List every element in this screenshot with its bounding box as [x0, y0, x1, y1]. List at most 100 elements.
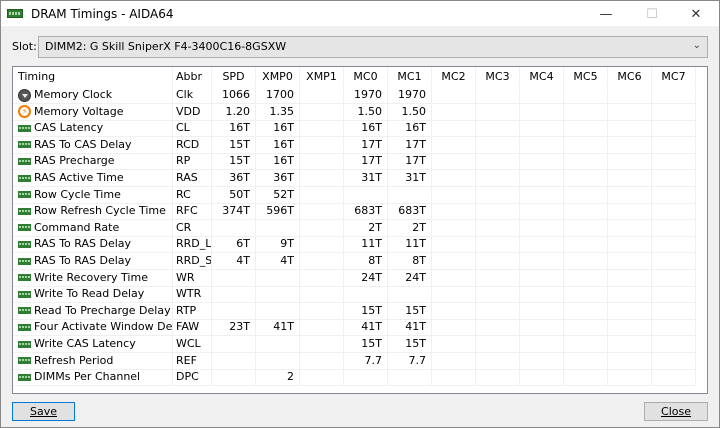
column-header-mc4[interactable]: MC4: [520, 67, 564, 86]
value-cell-mc4: [520, 336, 564, 353]
table-row[interactable]: DIMMs Per Channel DPC 2: [13, 369, 707, 387]
title-bar: DRAM Timings - AIDA64 — ☐ ✕: [0, 0, 720, 26]
abbr-cell: RRD_S: [173, 253, 212, 270]
value-cell-xmp1: [300, 302, 344, 320]
table-row[interactable]: Row Cycle Time RC 50T 52T: [13, 186, 707, 204]
timing-name: Read To Precharge Delay: [34, 303, 171, 317]
column-header-mc1[interactable]: MC1: [388, 67, 432, 86]
save-button[interactable]: Save: [12, 402, 75, 421]
value-cell-mc4: [520, 120, 564, 138]
value-cell-mc1: 24T: [388, 269, 432, 287]
column-header-abbr[interactable]: Abbr: [173, 67, 212, 86]
value-cell-mc4: [520, 103, 564, 121]
close-label: Close: [661, 405, 691, 418]
table-row[interactable]: Read To Precharge Delay RTP 15T 15T: [13, 302, 707, 320]
value-cell-mc3: [476, 136, 520, 154]
value-cell-mc2: [432, 87, 476, 104]
value-cell-mc4: [520, 369, 564, 387]
abbr-cell: CL: [173, 120, 212, 138]
value-cell-xmp1: [300, 103, 344, 121]
value-cell-mc7: [652, 219, 696, 237]
value-cell-mc3: [476, 253, 520, 270]
table-row[interactable]: ⚡ Memory Voltage VDD 1.20 1.35 1.50 1.50: [13, 103, 707, 121]
value-cell-xmp0: 596T: [256, 203, 300, 221]
slot-select[interactable]: DIMM2: G Skill SniperX F4-3400C16-8GSXW …: [38, 36, 708, 58]
value-cell-xmp1: [300, 286, 344, 304]
value-cell-mc6: [608, 153, 652, 171]
timing-name-cell: Write Recovery Time: [13, 269, 173, 287]
value-cell-xmp1: [300, 253, 344, 270]
column-header-xmp0[interactable]: XMP0: [256, 67, 300, 86]
value-cell-mc0: [344, 286, 388, 304]
table-header: Timing Abbr SPD XMP0 XMP1 MC0 MC1 MC2 MC3 MC4 MC5 M…: [13, 67, 707, 86]
value-cell-mc2: [432, 136, 476, 154]
value-cell-mc4: [520, 236, 564, 254]
table-row[interactable]: Memory Clock Clk 1066 1700 1970 1970: [13, 87, 707, 104]
value-cell-mc5: [564, 186, 608, 204]
table-row[interactable]: Row Refresh Cycle Time RFC 374T 596T 683T 683…: [13, 203, 707, 221]
table-row[interactable]: RAS To RAS Delay RRD_L 6T 9T 11T 11T: [13, 236, 707, 254]
column-header-mc0[interactable]: MC0: [344, 67, 388, 86]
table-row[interactable]: Four Activate Window DelayFAW23T41T41T41…: [13, 319, 707, 337]
value-cell-mc7: [652, 103, 696, 121]
slot-value: DIMM2: G Skill SniperX F4-3400C16-8GSXW: [45, 40, 287, 53]
value-cell-xmp0: 36T: [256, 170, 300, 187]
value-cell-mc3: [476, 186, 520, 204]
abbr-cell: RAS: [173, 170, 212, 187]
close-button[interactable]: Close: [644, 402, 708, 421]
minimize-button[interactable]: —: [583, 1, 629, 27]
column-header-mc2[interactable]: MC2: [432, 67, 476, 86]
table-row[interactable]: Refresh Period REF 7.7 7.7: [13, 352, 707, 370]
value-cell-mc7: [652, 336, 696, 353]
table-row[interactable]: RAS Active Time RAS 36T 36T 31T 31T: [13, 170, 707, 187]
value-cell-xmp0: [256, 286, 300, 304]
value-cell-xmp0: [256, 269, 300, 287]
value-cell-mc3: [476, 352, 520, 370]
column-header-mc7[interactable]: MC7: [652, 67, 696, 86]
table-row[interactable]: RAS To CAS Delay RCD 15T 16T 17T 17T: [13, 136, 707, 154]
value-cell-mc4: [520, 186, 564, 204]
table-row[interactable]: Write To Read Delay WTR: [13, 286, 707, 304]
close-window-button[interactable]: ✕: [673, 1, 719, 27]
timing-name: Write CAS Latency: [34, 337, 136, 350]
value-cell-xmp0: 52T: [256, 186, 300, 204]
ram-icon: [18, 307, 31, 315]
table-row[interactable]: CAS Latency CL 16T 16T 16T 16T: [13, 120, 707, 138]
value-cell-mc2: [432, 120, 476, 138]
value-cell-mc0: 2T: [344, 219, 388, 237]
table-row[interactable]: Write CAS Latency WCL 15T 15T: [13, 336, 707, 353]
value-cell-mc6: [608, 302, 652, 320]
timing-name: CAS Latency: [34, 121, 104, 135]
timing-name-cell: Read To Precharge Delay: [13, 302, 173, 320]
column-header-spd[interactable]: SPD: [212, 67, 256, 86]
value-cell-mc1: 8T: [388, 253, 432, 270]
value-cell-spd: 23T: [212, 319, 256, 337]
column-header-timing[interactable]: Timing: [13, 67, 173, 86]
value-cell-mc0: 8T: [344, 253, 388, 270]
table-row[interactable]: RAS Precharge RP 15T 16T 17T 17T: [13, 153, 707, 171]
value-cell-mc5: [564, 286, 608, 304]
value-cell-mc7: [652, 87, 696, 104]
value-cell-mc7: [652, 136, 696, 154]
value-cell-spd: 50T: [212, 186, 256, 204]
timing-name: RAS To RAS Delay: [34, 237, 132, 251]
column-header-mc6[interactable]: MC6: [608, 67, 652, 86]
value-cell-xmp0: [256, 219, 300, 237]
table-row[interactable]: RAS To RAS Delay RRD_S 4T 4T 8T 8T: [13, 253, 707, 270]
table-row[interactable]: Write Recovery Time WR 24T 24T: [13, 269, 707, 287]
value-cell-mc1: [388, 186, 432, 204]
value-cell-xmp0: [256, 302, 300, 320]
abbr-cell: RCD: [173, 136, 212, 154]
value-cell-mc5: [564, 203, 608, 221]
value-cell-spd: 16T: [212, 120, 256, 138]
ram-icon: [18, 191, 31, 199]
value-cell-mc4: [520, 170, 564, 187]
column-header-mc5[interactable]: MC5: [564, 67, 608, 86]
value-cell-mc0: 17T: [344, 136, 388, 154]
maximize-button[interactable]: ☐: [629, 1, 675, 27]
column-header-xmp1[interactable]: XMP1: [300, 67, 344, 86]
table-row[interactable]: Command Rate CR 2T 2T: [13, 219, 707, 237]
column-header-mc3[interactable]: MC3: [476, 67, 520, 86]
timing-name: RAS To RAS Delay: [34, 254, 132, 267]
timing-name-cell: DIMMs Per Channel: [13, 369, 173, 387]
